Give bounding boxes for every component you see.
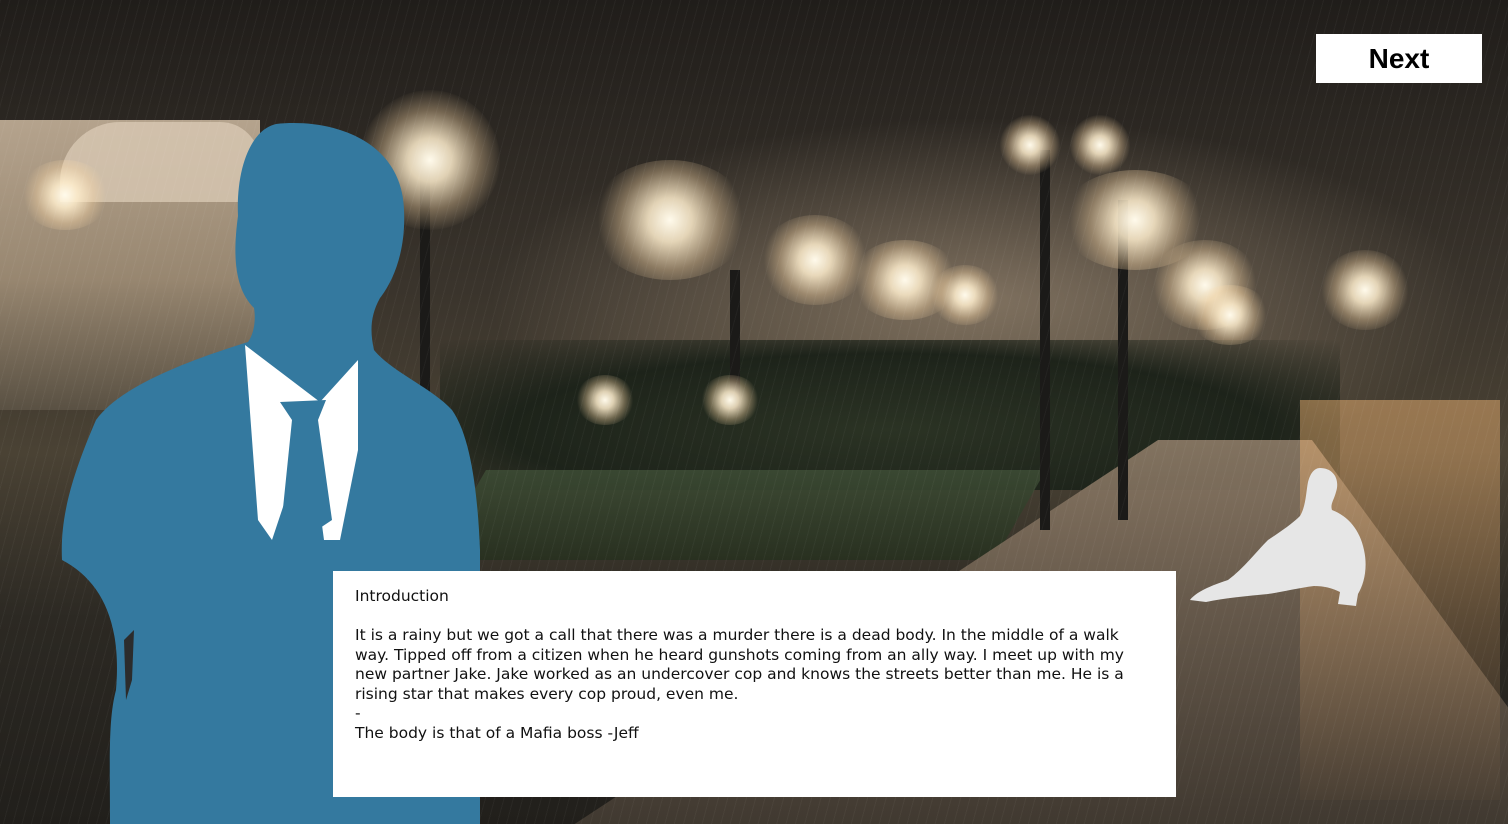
dialog-closing: The body is that of a Mafia boss -Jeff (355, 723, 639, 742)
dialog-title: Introduction (355, 587, 449, 605)
dialog-body: It is a rainy but we got a call that the… (355, 626, 1124, 703)
dialog-separator: - (355, 704, 361, 722)
seated-person-silhouette (1190, 468, 1366, 606)
dialog-box: Introduction It is a rainy but we got a … (333, 571, 1176, 797)
next-button[interactable]: Next (1316, 34, 1482, 83)
seated-person-body (1190, 468, 1366, 606)
